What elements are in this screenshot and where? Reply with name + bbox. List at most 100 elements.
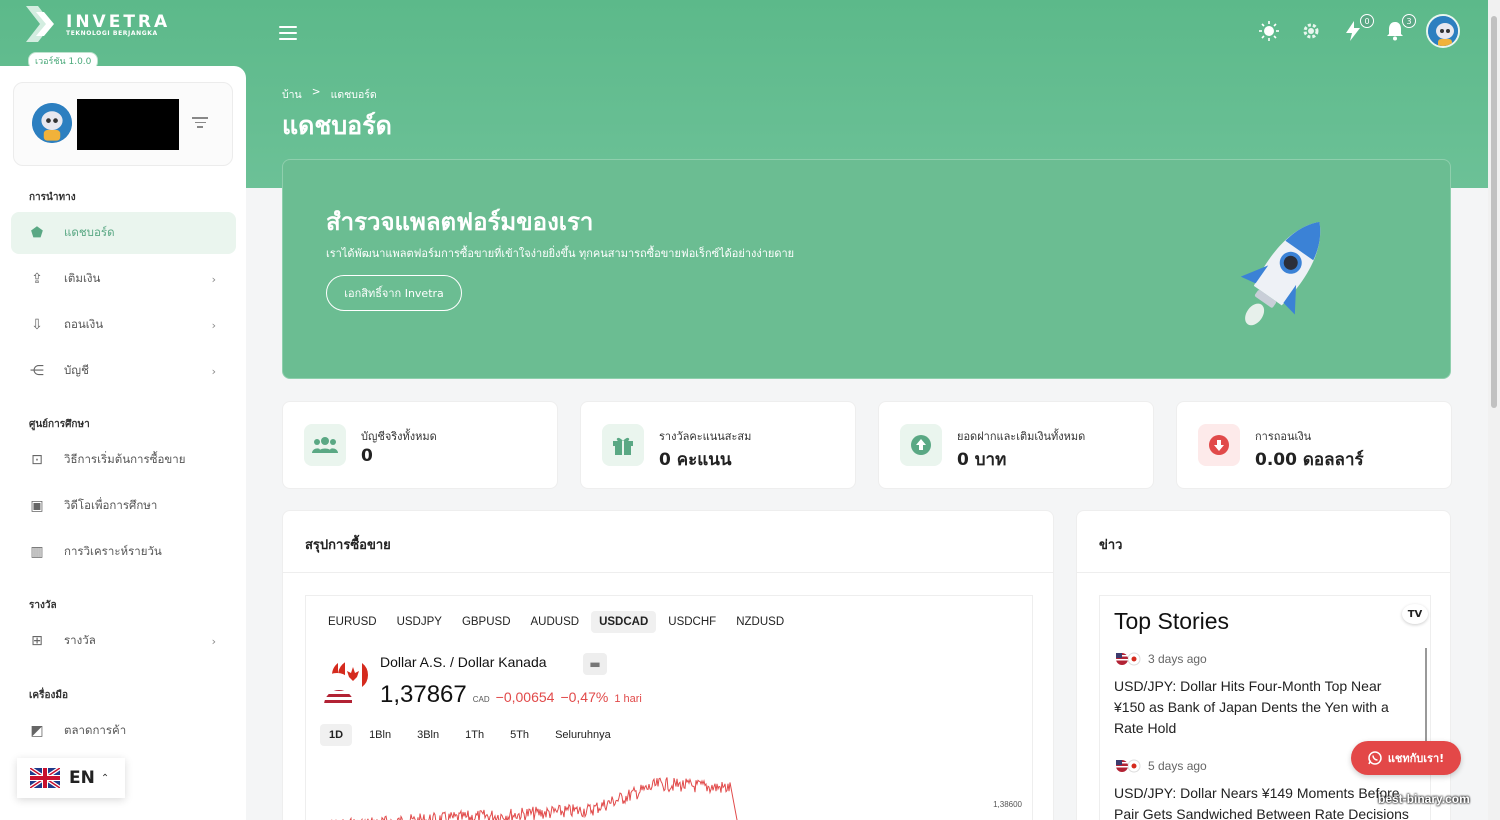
symbol-tab[interactable]: GBPUSD	[454, 611, 519, 633]
sidebar-item-how-to-trade[interactable]: ⊡ วิธีการเริ่มต้นการซื้อขาย	[11, 439, 236, 481]
presentation-icon: ⊡	[31, 452, 43, 468]
stat-label: การถอนเงิน	[1255, 430, 1312, 443]
range-tab[interactable]: 3Bln	[408, 724, 448, 746]
price-value: 1,37867	[380, 681, 467, 708]
chevron-right-icon: ›	[211, 634, 216, 648]
sidebar-item-label: ถอนเงิน	[64, 317, 104, 331]
header-actions: 0 3	[1258, 14, 1460, 48]
range-tabs: 1D 1Bln 3Bln 1Th 5Th Seluruhnya	[320, 724, 620, 746]
story-time: 3 days ago	[1148, 652, 1207, 666]
tradingview-logo-icon[interactable]: TV	[1402, 604, 1428, 624]
lightning-notifications-button[interactable]: 0	[1342, 14, 1374, 42]
chat-with-us-button[interactable]: แชทกับเรา!	[1351, 741, 1461, 775]
bell-icon	[1387, 22, 1403, 41]
market-icon: ◩	[30, 723, 44, 739]
hamburger-line	[279, 32, 297, 34]
lightning-icon	[1346, 21, 1360, 41]
brand-logo[interactable]: INVETRA TEKNOLOGI BERJANGKA	[24, 4, 170, 44]
chevron-right-icon: ›	[211, 364, 216, 378]
usd-cad-flags-icon	[321, 660, 368, 705]
range-tab[interactable]: 1Th	[456, 724, 493, 746]
sidebar-item-rewards[interactable]: ⊞ รางวัล ›	[11, 620, 236, 662]
symbol-tab[interactable]: NZDUSD	[728, 611, 792, 633]
sidebar-item-deposit[interactable]: ⇪ เติมเงิน ›	[11, 258, 236, 300]
bell-notifications-button[interactable]: 3	[1384, 14, 1416, 42]
sidebar-item-accounts[interactable]: ⋲ บัญชี ›	[11, 350, 236, 392]
robot-avatar-icon	[32, 103, 72, 143]
sidebar-item-dashboard[interactable]: ⬟ แดชบอร์ด	[11, 212, 236, 254]
nav-section-education: ศูนย์การศึกษา	[29, 419, 90, 430]
bell-badge: 3	[1402, 14, 1416, 28]
hero-banner: สำรวจแพลตฟอร์มของเรา เราได้พัฒนาแพลตฟอร์…	[282, 159, 1451, 379]
gift-icon	[602, 424, 644, 466]
sidebar-item-label: บัญชี	[64, 363, 89, 377]
settings-button[interactable]	[1300, 20, 1322, 42]
gift-icon: ⊞	[31, 633, 43, 649]
theme-toggle-button[interactable]	[1258, 20, 1280, 42]
chat-button-label: แชทกับเรา!	[1387, 752, 1445, 765]
symbol-tab[interactable]: AUDUSD	[523, 611, 588, 633]
bar-chart-icon: ▥	[30, 544, 44, 560]
redacted-username	[77, 99, 179, 150]
news-title: ข่าว	[1099, 538, 1123, 553]
page-scrollbar[interactable]	[1488, 0, 1500, 820]
hamburger-icon	[279, 26, 297, 28]
stat-card-total-accounts: บัญชีจริงทั้งหมด 0	[282, 401, 558, 489]
language-selector[interactable]: EN ⌃	[17, 758, 125, 798]
symbol-tab[interactable]: USDCAD	[591, 611, 657, 633]
range-tab[interactable]: Seluruhnya	[546, 724, 620, 746]
brand-name: INVETRA	[66, 11, 171, 32]
page-title: แดชบอร์ด	[282, 111, 392, 140]
range-tab[interactable]: 1Bln	[360, 724, 400, 746]
market-status-badge: ▬	[583, 653, 607, 675]
breadcrumb-home[interactable]: บ้าน	[282, 86, 302, 103]
news-scrollbar[interactable]	[1425, 648, 1427, 748]
upload-icon: ⇪	[31, 271, 43, 287]
stat-label: รางวัลคะแนนสะสม	[659, 430, 752, 443]
robot-avatar-icon	[1428, 16, 1458, 46]
divider	[283, 572, 1053, 573]
users-icon	[304, 424, 346, 466]
user-card[interactable]	[13, 82, 233, 166]
whatsapp-icon	[1368, 751, 1382, 765]
breadcrumb-current: แดชบอร์ด	[330, 89, 377, 101]
symbol-tab[interactable]: USDCHF	[660, 611, 724, 633]
filter-icon[interactable]	[192, 117, 208, 129]
pair-name: Dollar A.S. / Dollar Kanada	[380, 654, 547, 670]
symbol-tab[interactable]: EURUSD	[320, 611, 385, 633]
lightning-badge: 0	[1360, 14, 1374, 28]
gear-icon	[1303, 23, 1319, 39]
price-change-percent: −0,47%	[560, 689, 609, 705]
hero-title: สำรวจแพลตฟอร์มของเรา	[326, 208, 594, 236]
sidebar-item-videos[interactable]: ▣ วิดีโอเพื่อการศึกษา	[11, 485, 236, 527]
price-change: −0,00654	[495, 689, 555, 705]
hero-privileges-button[interactable]: เอกสิทธิ์จาก Invetra	[326, 275, 462, 311]
page-scrollbar-thumb[interactable]	[1491, 16, 1497, 408]
sidebar-item-withdraw[interactable]: ⇩ ถอนเงิน ›	[11, 304, 236, 346]
accounts-icon: ⋲	[30, 363, 44, 379]
usd-jpy-flags-icon	[1116, 759, 1141, 773]
chevron-right-icon: ›	[211, 272, 216, 286]
usd-jpy-flags-icon	[1116, 652, 1141, 666]
nav-section-navigation: การนำทาง	[29, 192, 76, 203]
rocket-illustration-icon	[1240, 221, 1321, 326]
user-avatar-button[interactable]	[1426, 14, 1460, 48]
sidebar-item-market[interactable]: ◩ ตลาดการค้า	[11, 710, 236, 752]
menu-toggle-button[interactable]	[279, 26, 297, 40]
top-stories-heading: Top Stories	[1114, 608, 1230, 634]
ticker-widget: EURUSD USDJPY GBPUSD AUDUSD USDCAD USDCHF NZDU…	[305, 595, 1033, 820]
sidebar: การนำทาง ⬟ แดชบอร์ด ⇪ เติมเงิน › ⇩ ถอนเง…	[0, 66, 246, 820]
breadcrumb-separator: >	[311, 86, 321, 98]
trade-summary-card: สรุปการซื้อขาย EURUSD USDJPY GBPUSD AUDUSD U…	[282, 510, 1054, 820]
story-time: 5 days ago	[1148, 759, 1207, 773]
sidebar-item-daily-analysis[interactable]: ▥ การวิเคราะห์รายวัน	[11, 531, 236, 573]
news-story[interactable]: 3 days ago USD/JPY: Dollar Hits Four-Mon…	[1114, 652, 1414, 739]
symbol-tab[interactable]: USDJPY	[389, 611, 450, 633]
sidebar-item-label: เติมเงิน	[64, 271, 101, 285]
range-tab[interactable]: 1D	[320, 724, 353, 746]
price-line-chart[interactable]	[306, 756, 1034, 820]
sun-icon	[1259, 21, 1279, 41]
invetra-logo-icon	[26, 6, 54, 42]
range-tab[interactable]: 5Th	[501, 724, 538, 746]
trade-summary-title: สรุปการซื้อขาย	[305, 538, 391, 553]
